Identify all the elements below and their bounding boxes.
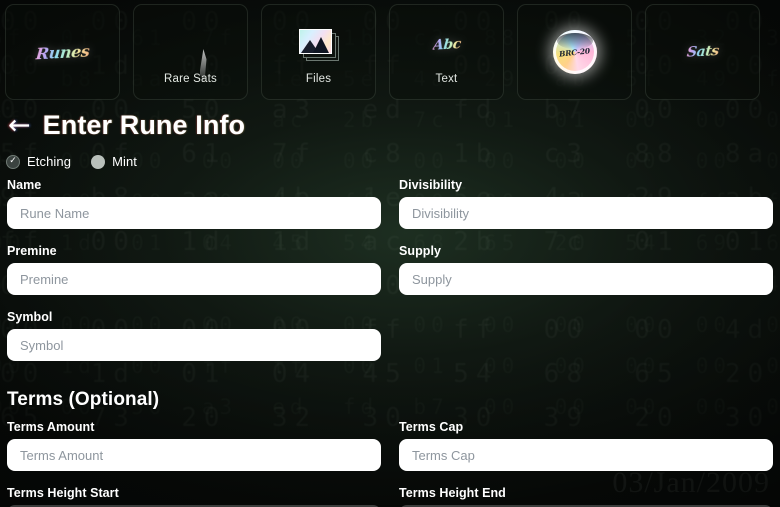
category-card-files[interactable]: Files (261, 4, 376, 100)
label-divisibility: Divisibility (399, 178, 463, 192)
field-supply: Supply (399, 244, 773, 295)
field-terms-height-start: Terms Height Start (7, 486, 381, 507)
input-divisibility[interactable] (399, 197, 773, 229)
input-premine[interactable] (7, 263, 381, 295)
field-premine: Premine (7, 244, 381, 295)
field-terms-height-end: Terms Height End (399, 486, 773, 507)
field-terms-amount: Terms Amount (7, 420, 381, 471)
category-card-runes[interactable]: Runes (5, 4, 120, 100)
field-name: Name (7, 178, 381, 229)
radio-label-etching: Etching (27, 154, 72, 169)
abc-wordmark-text: Abc (431, 36, 462, 54)
radio-checked-icon[interactable] (6, 154, 20, 169)
label-name: Name (7, 178, 42, 192)
field-symbol: Symbol (7, 310, 381, 361)
radio-unchecked-icon[interactable] (91, 154, 106, 169)
rune-form: Name Divisibility Premine Supply Symbol (0, 178, 780, 507)
radio-label-mint: Mint (112, 154, 138, 169)
section-heading-terms: Terms (Optional) (7, 389, 160, 410)
category-card-row: Runes Rare Sats Files Abc Text BRC-20 Sa… (5, 4, 780, 100)
input-name[interactable] (7, 197, 381, 229)
page-title: Enter Rune Info (42, 110, 246, 140)
rune-info-page: 00 00 00 00 00 00 00 00 00 00 00 00 00 1… (0, 0, 780, 507)
brc20-token-icon: BRC-20 (552, 5, 597, 99)
image-stack-icon (298, 19, 339, 71)
input-symbol[interactable] (7, 329, 381, 361)
back-arrow-icon[interactable]: ← (8, 112, 31, 139)
field-terms-cap: Terms Cap (399, 420, 773, 471)
label-premine: Premine (7, 244, 57, 258)
category-label-text: Text (435, 73, 458, 85)
label-symbol: Symbol (7, 310, 53, 324)
category-card-text[interactable]: Abc Text (389, 4, 504, 100)
label-terms-amount: Terms Amount (7, 420, 95, 434)
page-header: ← Enter Rune Info (8, 110, 245, 141)
sats-wordmark-text: Sats (685, 43, 720, 61)
label-terms-height-start: Terms Height Start (7, 486, 119, 500)
label-supply: Supply (399, 244, 441, 258)
sats-wordmark-icon: Sats (685, 5, 720, 99)
category-card-sats[interactable]: Sats (645, 4, 760, 100)
category-label-rare-sats: Rare Sats (164, 73, 217, 85)
input-terms-amount[interactable] (7, 439, 381, 471)
category-card-brc20[interactable]: BRC-20 (517, 4, 632, 100)
abc-script-icon: Abc (431, 19, 462, 71)
brc20-token-label: BRC-20 (558, 45, 591, 59)
category-label-files: Files (305, 73, 332, 85)
category-card-rare-sats[interactable]: Rare Sats (133, 4, 248, 100)
runes-wordmark-text: Runes (34, 41, 91, 63)
radio-option-mint[interactable]: Mint (91, 154, 137, 169)
input-terms-cap[interactable] (399, 439, 773, 471)
input-supply[interactable] (399, 263, 773, 295)
runes-wordmark-icon: Runes (34, 5, 91, 99)
mode-selector: Etching Mint (6, 154, 137, 169)
radio-option-etching[interactable]: Etching (6, 154, 71, 169)
label-terms-height-end: Terms Height End (399, 486, 506, 500)
field-divisibility: Divisibility (399, 178, 773, 229)
label-terms-cap: Terms Cap (399, 420, 464, 434)
